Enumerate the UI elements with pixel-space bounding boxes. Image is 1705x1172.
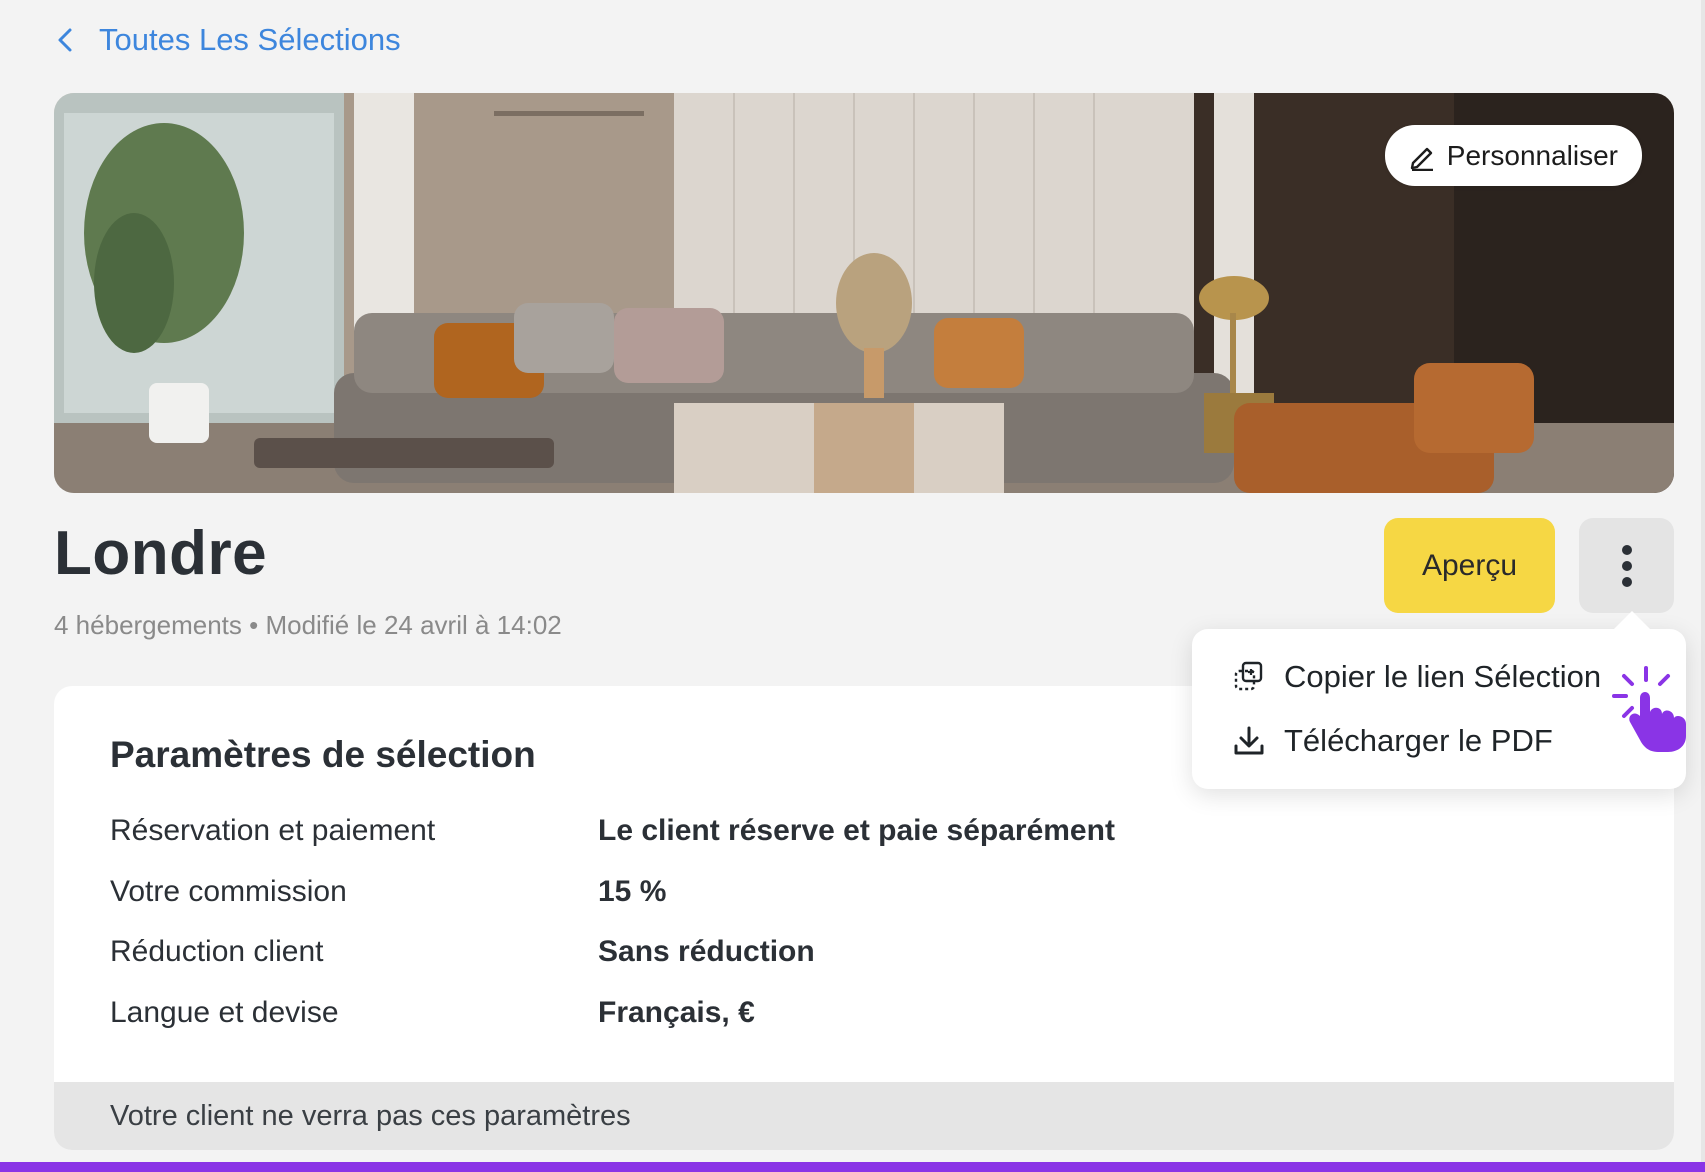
bottom-accent-bar [0, 1162, 1705, 1172]
download-icon [1234, 726, 1264, 755]
setting-label: Réservation et paiement [110, 814, 436, 847]
more-options-button[interactable] [1579, 518, 1674, 613]
pencil-icon [1410, 147, 1433, 171]
hero-image: Personnaliser [54, 93, 1674, 493]
back-link[interactable]: Toutes Les Sélections [55, 22, 401, 58]
more-vertical-icon [1621, 544, 1632, 587]
copy-link-icon [1234, 661, 1263, 691]
selection-meta: 4 hébergements • Modifié le 24 avril à 1… [54, 610, 562, 640]
menu-item-label: Télécharger le PDF [1284, 723, 1553, 758]
settings-privacy-note: Votre client ne verra pas ces paramètres [54, 1082, 1674, 1150]
personalize-label: Personnaliser [1446, 139, 1618, 171]
settings-heading: Paramètres de sélection [110, 734, 536, 775]
preview-button-label: Aperçu [1421, 548, 1518, 582]
chevron-left-icon [58, 28, 72, 52]
pointer-hand-icon [1612, 666, 1686, 752]
setting-value: Le client réserve et paie séparément [598, 814, 1115, 847]
setting-value: Sans réduction [598, 935, 815, 968]
setting-value: 15 % [598, 875, 667, 908]
setting-label: Langue et devise [110, 996, 339, 1029]
preview-button[interactable]: Aperçu [1384, 518, 1555, 613]
menu-caret [1612, 611, 1652, 631]
menu-item-copy-link[interactable]: Copier le lien Sélection [1232, 659, 1601, 695]
menu-item-label: Copier le lien Sélection [1284, 659, 1602, 694]
setting-label: Réduction client [110, 935, 324, 968]
menu-item-download-pdf[interactable]: Télécharger le PDF [1232, 723, 1553, 759]
page-title: Londre [54, 519, 268, 588]
note-text: Votre client ne verra pas ces paramètres [110, 1099, 631, 1132]
setting-value: Français, € [598, 996, 755, 1029]
setting-label: Votre commission [110, 875, 347, 908]
app-frame: Toutes Les Sélections Personnaliser Lond… [0, 0, 1705, 1172]
back-link-label: Toutes Les Sélections [99, 22, 401, 57]
personalize-button[interactable]: Personnaliser [1384, 125, 1642, 186]
